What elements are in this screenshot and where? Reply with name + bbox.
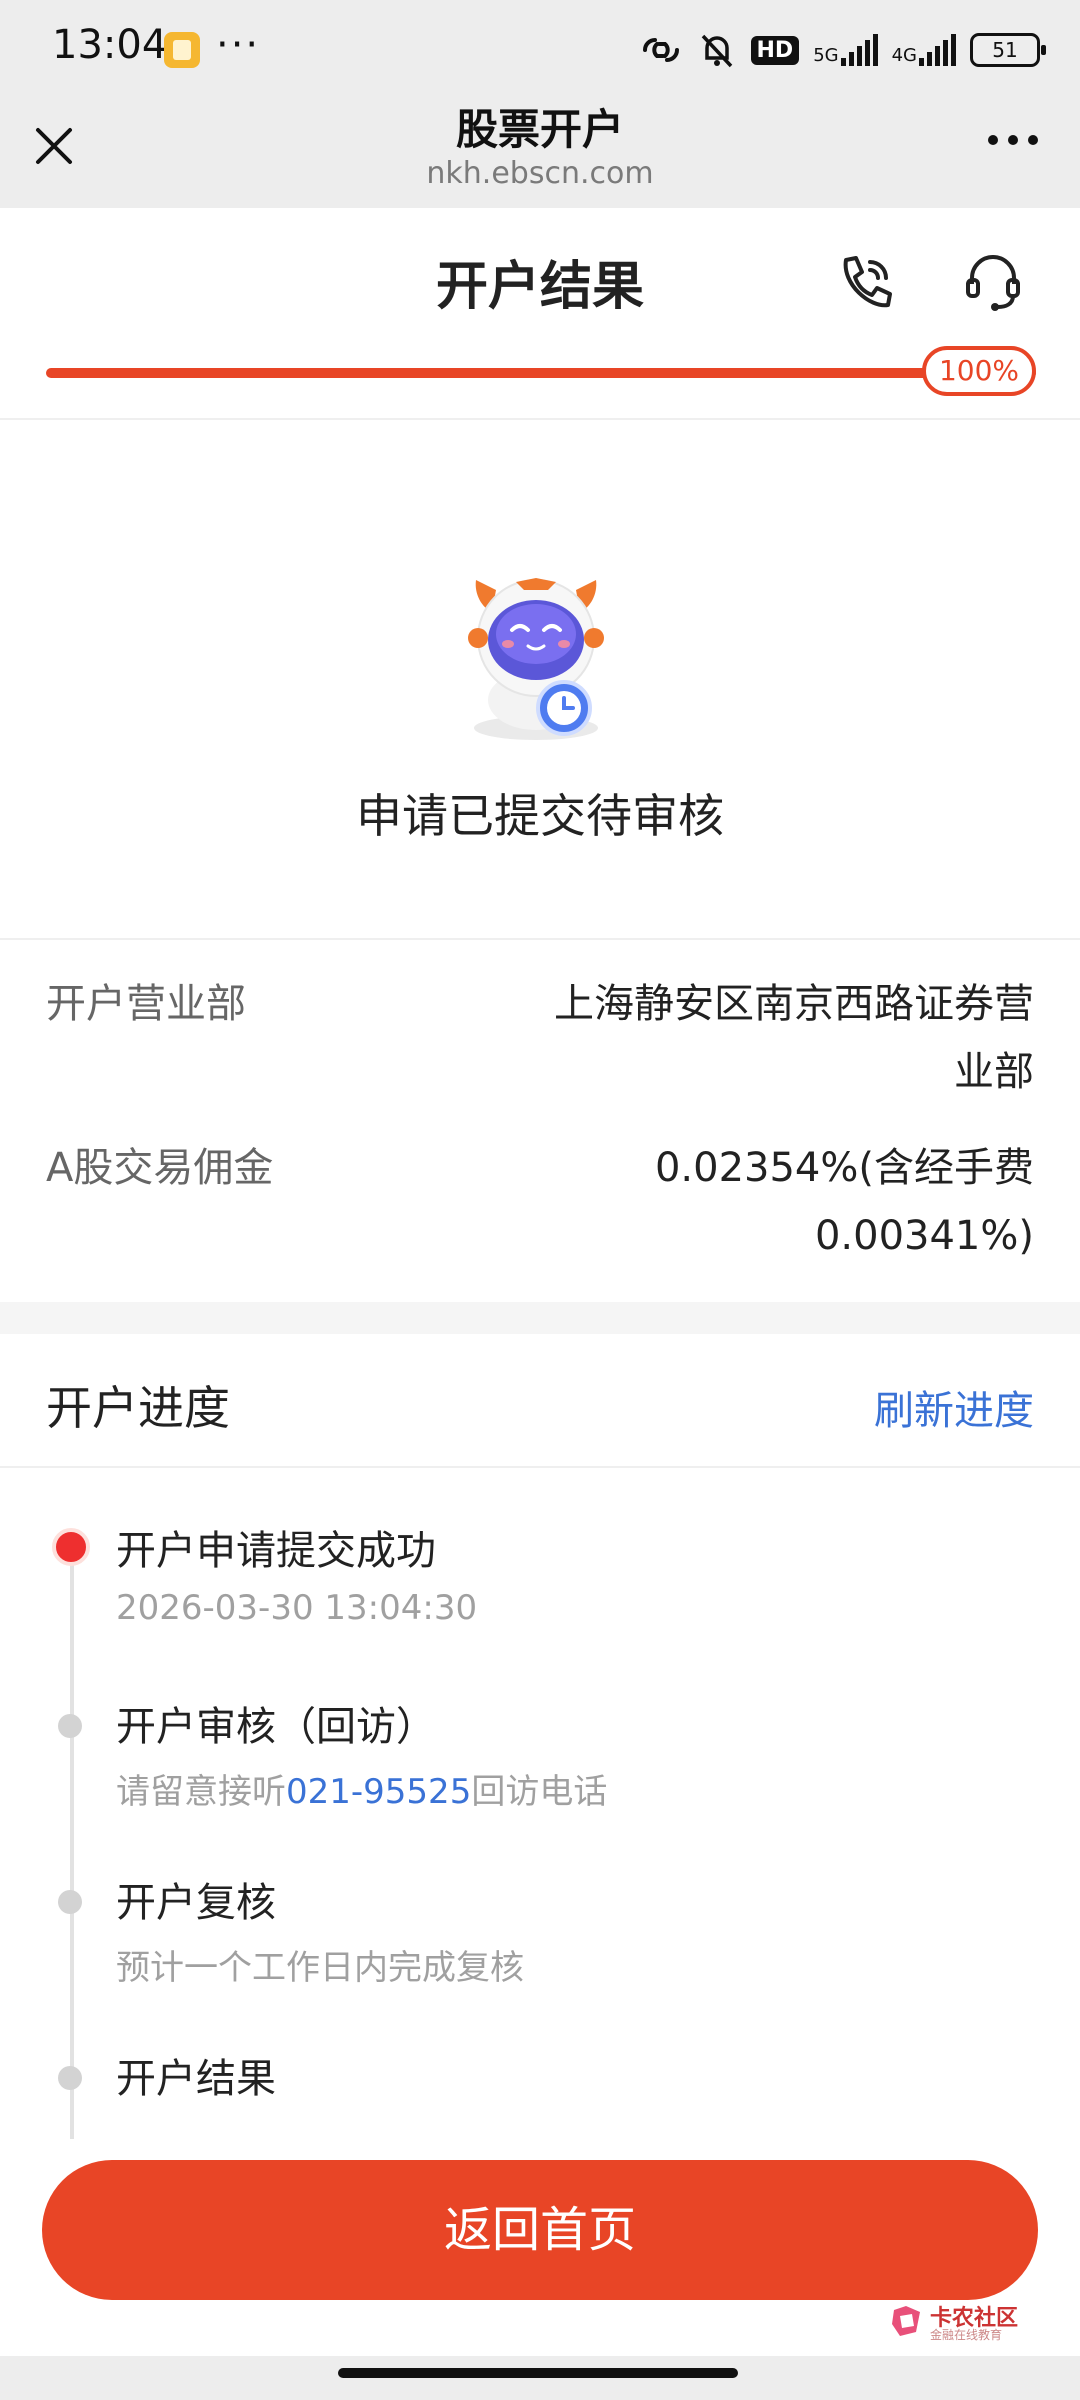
branch-value: 上海静安区南京西路证券营业部 (554, 981, 1034, 1095)
result-section: 申请已提交待审核 (0, 420, 1080, 940)
refresh-progress-link[interactable]: 刷新进度 (874, 1378, 1034, 1436)
return-home-button[interactable]: 返回首页 (42, 2160, 1038, 2300)
step-desc-prefix: 请留意接听 (116, 1772, 286, 1812)
info-row-branch: 开户营业部 上海静安区南京西路证券营业部 (46, 970, 1034, 1106)
timeline-step: 开户申请提交成功 2026-03-30 13:04:30 (0, 1508, 1080, 1684)
progress-fill (46, 368, 1036, 378)
more-options-icon[interactable] (988, 128, 1044, 152)
watermark-subtext: 金融在线教育 (930, 2328, 1003, 2342)
progress-timeline: 开户申请提交成功 2026-03-30 13:04:30 开户审核（回访） 请留… (0, 1468, 1080, 2148)
watermark: 卡农社区 金融在线教育 (890, 2300, 1020, 2344)
page-header: 开户结果 100% (0, 208, 1080, 420)
commission-label: A股交易佣金 (46, 1145, 274, 1191)
progress-bar: 100% (46, 346, 1036, 396)
phone-icon[interactable] (830, 248, 900, 318)
page-content: 开户结果 100% 申请已提交待审核 开户营业部 上海静安区南京西路证券营业部 … (0, 208, 1080, 2356)
network-4g-label: 4G (891, 45, 917, 66)
signal-4g-icon: 4G (892, 34, 956, 66)
branch-label: 开户营业部 (46, 981, 246, 1027)
status-icons: HD 5G 4G 51 (639, 28, 1046, 72)
step-description: 预计一个工作日内完成复核 (116, 1948, 524, 1988)
home-indicator[interactable] (338, 2368, 738, 2378)
progress-section-title: 开户进度 (46, 1381, 230, 1435)
status-time: 13:04 (52, 22, 168, 68)
timeline-dot (58, 1890, 82, 1914)
timeline-dot (58, 1714, 82, 1738)
commission-value: 0.02354%(含经手费0.00341%) (654, 1145, 1034, 1259)
customer-service-icon[interactable] (958, 246, 1028, 316)
hd-icon: HD (750, 35, 800, 65)
step-desc-suffix: 回访电话 (471, 1772, 608, 1812)
signal-5g-icon: 5G (813, 34, 878, 66)
nav-url: nkh.ebscn.com (426, 156, 654, 191)
section-divider (0, 1302, 1080, 1334)
callback-phone-link[interactable]: 021-95525 (286, 1772, 471, 1812)
step-description: 请留意接听021-95525回访电话 (116, 1764, 607, 1813)
step-title: 开户复核 (116, 1880, 276, 1926)
page-title: 开户结果 (435, 257, 644, 317)
more-notifications-icon: ··· (216, 22, 261, 68)
step-title: 开户申请提交成功 (116, 1528, 436, 1574)
progress-section-header: 开户进度 刷新进度 (0, 1334, 1080, 1468)
step-title: 开户结果 (116, 2056, 276, 2102)
watermark-logo-icon (892, 2306, 920, 2336)
notification-icon (164, 32, 200, 68)
timeline-dot-active (52, 1528, 90, 1566)
progress-badge: 100% (922, 346, 1036, 396)
network-5g-label: 5G (813, 45, 839, 66)
nav-title: 股票开户 (455, 105, 624, 154)
status-bar: 13:04 ··· HD 5G 4G 51 (0, 0, 1080, 92)
robot-mascot-image (468, 578, 604, 740)
battery-icon: 51 (970, 33, 1046, 67)
timeline-step: 开户审核（回访） 请留意接听021-95525回访电话 (0, 1684, 1080, 1860)
link-icon (639, 30, 683, 70)
step-timestamp: 2026-03-30 13:04:30 (116, 1588, 478, 1628)
timeline-dot (58, 2066, 82, 2090)
account-info: 开户营业部 上海静安区南京西路证券营业部 A股交易佣金 0.02354%(含经手… (0, 940, 1080, 1302)
mute-icon (697, 30, 737, 70)
result-status-text: 申请已提交待审核 (356, 789, 724, 843)
browser-navbar: 股票开户 nkh.ebscn.com (0, 92, 1080, 208)
step-title: 开户审核（回访） (116, 1704, 436, 1750)
info-row-commission: A股交易佣金 0.02354%(含经手费0.00341%) (46, 1134, 1034, 1270)
timeline-step: 开户复核 预计一个工作日内完成复核 (0, 1860, 1080, 2036)
